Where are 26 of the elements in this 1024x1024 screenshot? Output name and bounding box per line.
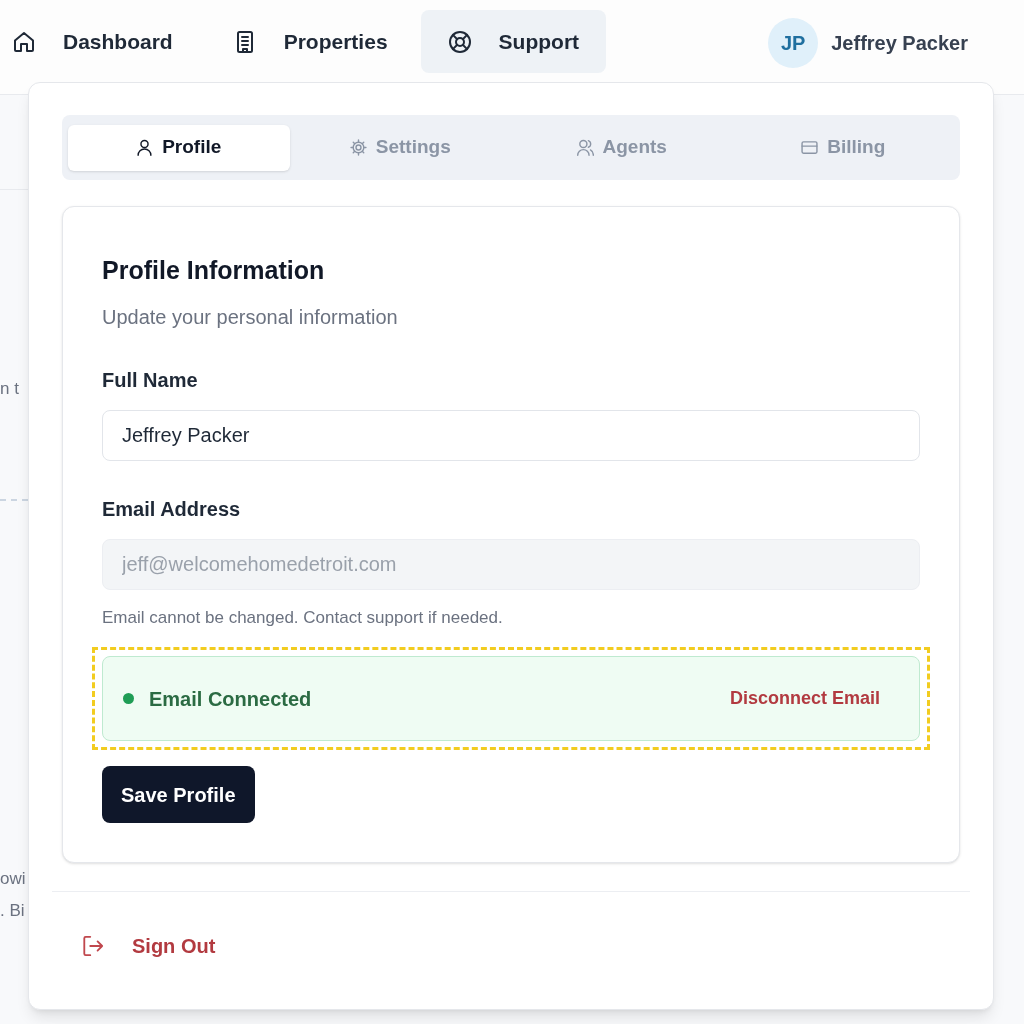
sign-out-button[interactable]: Sign Out [82,932,216,960]
save-profile-button[interactable]: Save Profile [102,766,255,823]
sign-out-icon [82,935,104,957]
user-icon [136,139,154,156]
field-label: Full Name [102,368,198,393]
tab[interactable]: Profile [68,124,290,171]
field-hint: Email cannot be changed. Contact support if needed. [102,607,503,629]
input-field[interactable]: Jeffrey Packer [102,410,920,461]
settings-icon [349,139,367,156]
field-label: Email Address [102,497,241,522]
nav-item[interactable]: Support [420,10,607,73]
email-status-text: Email Connected [149,686,312,712]
user-avatar[interactable]: JP [768,18,819,68]
home-icon [12,29,36,54]
background-text: . Bi [0,900,25,922]
disconnect-email-link[interactable]: Disconnect Email [729,685,880,712]
card-subtitle: Update your personal information [102,305,398,330]
credit-card-icon [801,139,819,156]
users-icon [576,139,594,156]
nav-item[interactable]: Properties [205,10,415,73]
user-name: Jeffrey Packer [831,31,968,56]
card-title: Profile Information [102,255,325,286]
nav-item[interactable]: Dashboard [0,10,200,73]
lifebuoy-icon [447,29,472,54]
background-text: owi [0,868,26,890]
background-text: n t [0,378,19,400]
